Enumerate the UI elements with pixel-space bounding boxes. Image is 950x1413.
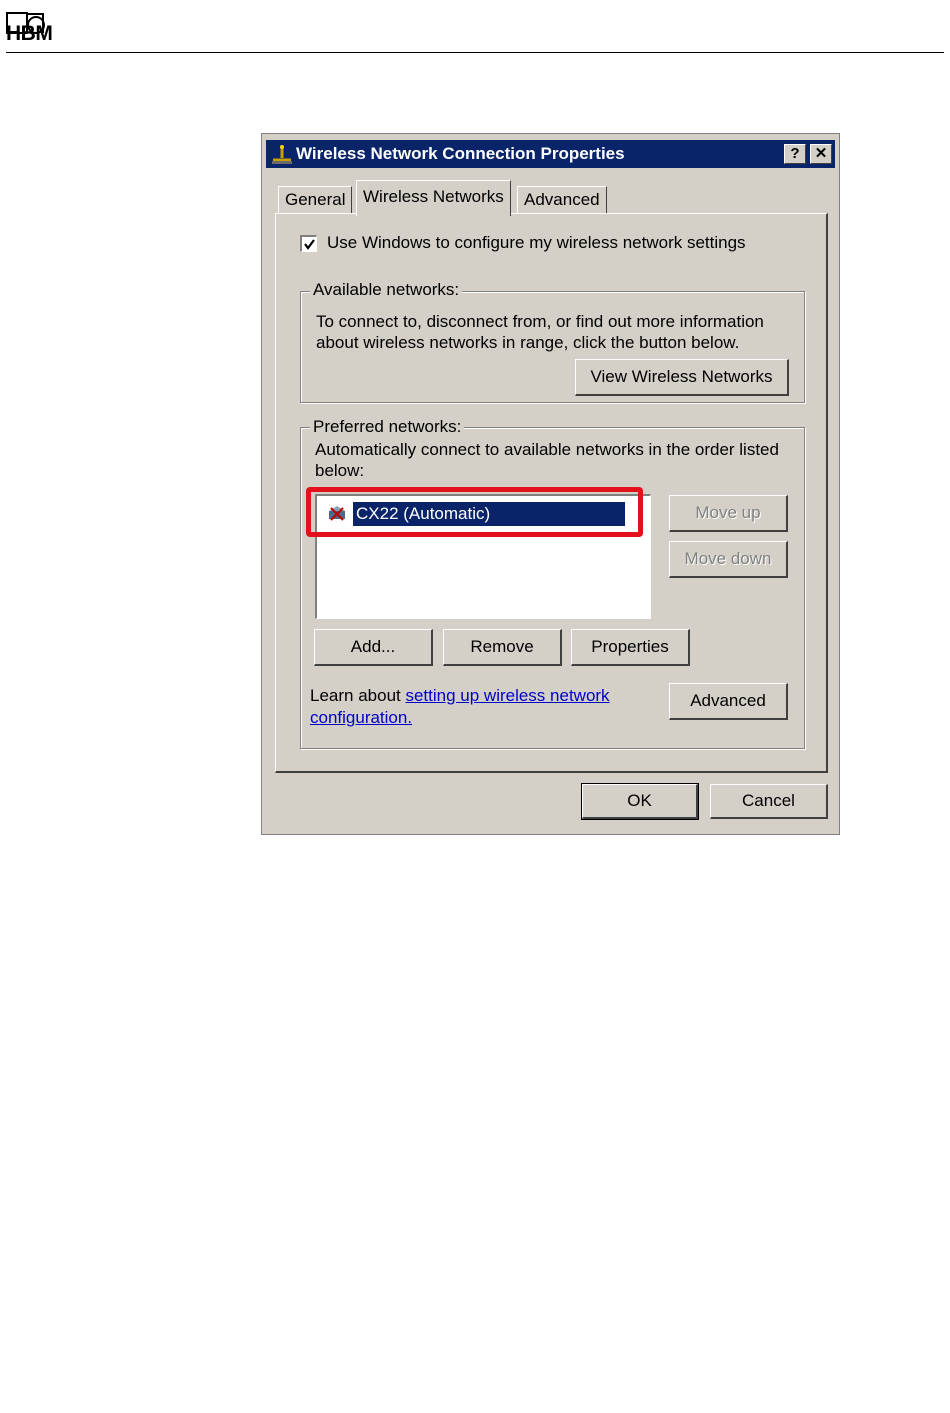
remove-button[interactable]: Remove [443,629,562,666]
preferred-networks-legend: Preferred networks: [310,417,465,437]
hbm-logo-text: HBM [6,22,53,45]
add-button[interactable]: Add... [314,629,433,666]
tab-general[interactable]: General [278,186,353,214]
dialog-title: Wireless Network Connection Properties [296,144,625,163]
advanced-button[interactable]: Advanced [669,683,788,720]
available-description-line-2: about wireless networks in range, click … [316,333,740,352]
help-button[interactable]: ? [784,144,806,164]
move-down-button[interactable]: Move down [669,541,788,578]
tab-advanced[interactable]: Advanced [517,186,607,214]
use-windows-checkbox[interactable] [300,235,317,252]
close-button[interactable]: ✕ [810,144,832,164]
network-connection-icon [272,145,292,164]
cancel-button[interactable]: Cancel [710,784,828,819]
move-up-button[interactable]: Move up [669,495,788,532]
checkmark-icon [304,239,315,250]
learn-link-part-1[interactable]: setting up wireless network [405,686,609,705]
learn-about-text: Learn about [310,686,406,705]
available-networks-legend: Available networks: [310,280,463,300]
preferred-description-line-1: Automatically connect to available netwo… [315,440,779,459]
title-bar[interactable]: Wireless Network Connection Properties ?… [266,140,835,168]
preferred-description-line-2: below: [315,461,365,480]
header-divider [6,52,944,53]
properties-button[interactable]: Properties [571,629,690,666]
tab-wireless-networks[interactable]: Wireless Networks [356,180,511,216]
properties-dialog: Wireless Network Connection Properties ?… [261,133,840,835]
view-wireless-networks-button[interactable]: View Wireless Networks [575,359,789,396]
learn-about-line-1: Learn about setting up wireless network [310,685,610,706]
selection-highlight-box [306,487,643,537]
available-description-line-1: To connect to, disconnect from, or find … [316,312,764,331]
learn-link-part-2[interactable]: configuration. [310,707,412,728]
ok-button[interactable]: OK [581,783,699,820]
use-windows-label[interactable]: Use Windows to configure my wireless net… [327,233,746,253]
